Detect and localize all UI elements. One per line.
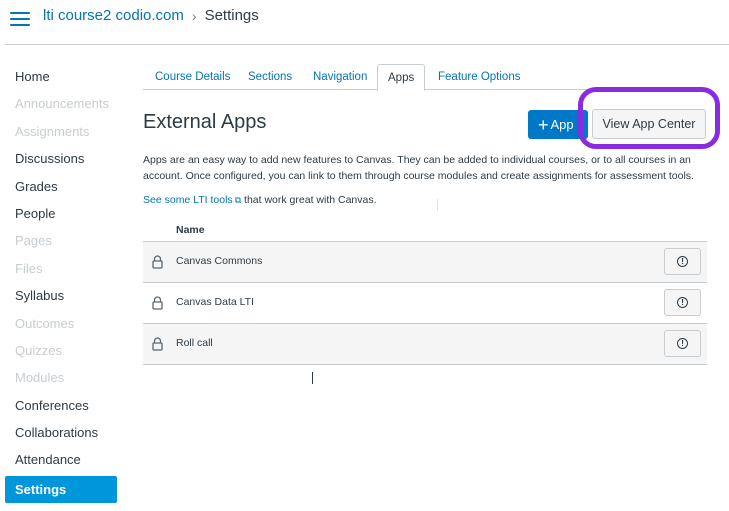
info-icon: !: [677, 338, 688, 349]
sidebar-item-people[interactable]: People: [5, 201, 117, 228]
breadcrumb-course-link[interactable]: lti course2 codio.com: [43, 7, 184, 24]
tab-course-details[interactable]: Course Details: [155, 64, 230, 89]
settings-tabs: Course Details Sections Navigation Apps …: [143, 64, 707, 91]
add-app-button[interactable]: + App: [528, 110, 588, 139]
text-cursor-faint: [437, 199, 438, 211]
lti-tools-suffix: that work great with Canvas.: [241, 194, 377, 206]
header-divider: [5, 44, 729, 45]
sidebar-item-settings[interactable]: Settings: [5, 475, 117, 503]
course-navigation: Home Announcements Assignments Discussio…: [5, 64, 117, 503]
sidebar-item-syllabus[interactable]: Syllabus: [5, 283, 117, 310]
sidebar-item-collaborations[interactable]: Collaborations: [5, 420, 117, 447]
sidebar-item-modules[interactable]: Modules: [5, 365, 117, 392]
breadcrumb-current-page: Settings: [204, 7, 259, 24]
hamburger-menu-icon[interactable]: [10, 11, 30, 27]
page-title: External Apps: [143, 111, 267, 133]
tab-apps[interactable]: Apps: [377, 64, 426, 91]
lock-icon: [152, 337, 163, 351]
sidebar-item-quizzes[interactable]: Quizzes: [5, 338, 117, 365]
tab-sections[interactable]: Sections: [248, 64, 292, 89]
column-header-name[interactable]: Name: [143, 220, 707, 242]
app-name: Roll call: [176, 337, 213, 349]
external-apps-table: Name Canvas Commons ! Canvas Data LTI ! …: [143, 220, 707, 365]
tab-navigation[interactable]: Navigation: [313, 64, 367, 89]
sidebar-item-attendance[interactable]: Attendance: [5, 447, 117, 474]
lock-icon: [152, 255, 163, 269]
table-row: Canvas Data LTI !: [143, 283, 707, 324]
plus-icon: +: [538, 115, 549, 135]
app-info-button[interactable]: !: [664, 289, 701, 316]
app-info-button[interactable]: !: [664, 248, 701, 275]
tab-feature-options[interactable]: Feature Options: [438, 64, 520, 89]
lock-icon: [152, 296, 163, 310]
lti-tools-link[interactable]: See some LTI tools: [143, 194, 233, 206]
breadcrumb-separator-icon: ›: [191, 7, 197, 24]
info-icon: !: [677, 297, 688, 308]
add-app-label: App: [550, 117, 574, 132]
view-app-center-button[interactable]: View App Center: [592, 109, 706, 139]
sidebar-item-grades[interactable]: Grades: [5, 174, 117, 201]
sidebar-item-discussions[interactable]: Discussions: [5, 146, 117, 173]
app-name: Canvas Commons: [176, 255, 263, 267]
app-name: Canvas Data LTI: [176, 296, 255, 308]
table-row: Roll call !: [143, 324, 707, 365]
breadcrumb: lti course2 codio.com › Settings: [43, 7, 259, 24]
app-info-button[interactable]: !: [664, 330, 701, 357]
sidebar-item-assignments[interactable]: Assignments: [5, 119, 117, 146]
sidebar-item-files[interactable]: Files: [5, 256, 117, 283]
sidebar-item-pages[interactable]: Pages: [5, 228, 117, 255]
info-icon: !: [677, 256, 688, 267]
sidebar-item-home[interactable]: Home: [5, 64, 117, 91]
apps-description: Apps are an easy way to add new features…: [143, 154, 694, 182]
text-cursor: [312, 372, 313, 384]
sidebar-item-outcomes[interactable]: Outcomes: [5, 311, 117, 338]
sidebar-item-conferences[interactable]: Conferences: [5, 393, 117, 420]
lti-tools-line: See some LTI tools ⧉ that work great with…: [143, 194, 377, 206]
table-row: Canvas Commons !: [143, 242, 707, 283]
sidebar-item-announcements[interactable]: Announcements: [5, 91, 117, 118]
